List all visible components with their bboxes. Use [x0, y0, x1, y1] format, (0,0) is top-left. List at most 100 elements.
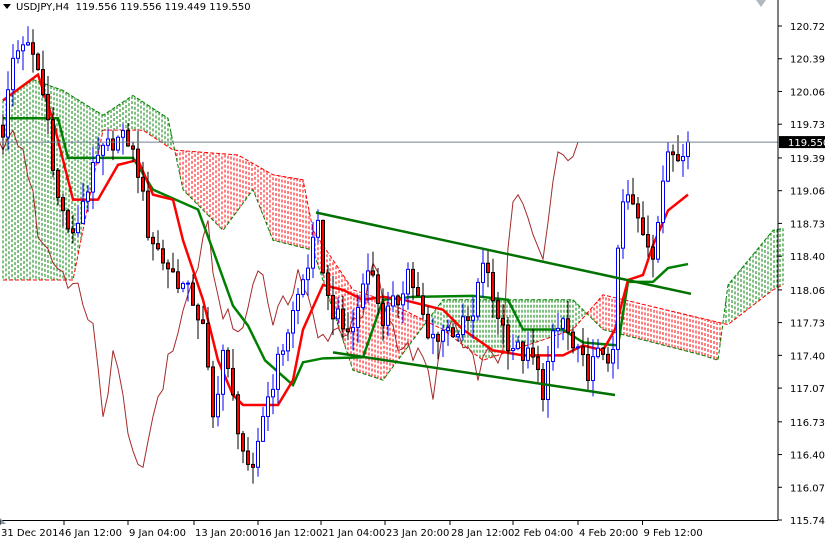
candle-body [151, 236, 155, 245]
candle [671, 144, 675, 172]
candle-body [46, 93, 50, 121]
candles [1, 26, 690, 484]
y-tick-label: 119.060 [790, 187, 825, 198]
candle-body [226, 349, 230, 369]
candle-body [251, 463, 255, 468]
candle [406, 262, 410, 310]
candle-body [391, 295, 395, 307]
candle-body [216, 393, 220, 418]
candle [221, 344, 225, 411]
candle [491, 258, 495, 318]
candle [226, 347, 230, 378]
candle-body [521, 341, 525, 361]
price-chart[interactable]: 120.720 120.390 120.060 119.730 119.390 119.0… [0, 0, 825, 540]
candle-body [141, 176, 145, 192]
candle [686, 131, 690, 170]
candle-body [191, 282, 195, 306]
candle [281, 343, 285, 366]
candle-body [161, 248, 165, 264]
candle-body [576, 346, 580, 349]
candle [261, 406, 265, 442]
candle [76, 205, 80, 237]
candle [211, 360, 215, 428]
candle [626, 179, 630, 210]
candle-body [556, 327, 560, 332]
candle-body [241, 433, 245, 452]
candle [176, 259, 180, 294]
candle-body [276, 353, 280, 390]
candle-body [386, 305, 390, 326]
candle-body [201, 319, 205, 324]
x-tick-label: 9 Feb 12:00 [644, 528, 703, 539]
candle-body [566, 318, 570, 333]
candle-body [76, 222, 80, 234]
candle-body [611, 348, 615, 364]
candle-body [681, 156, 685, 162]
candle-body [16, 50, 20, 59]
candle [426, 306, 430, 340]
candle-body [581, 346, 585, 356]
candle-body [661, 180, 665, 223]
trendline-upper[interactable] [315, 211, 692, 296]
candle-body [166, 262, 170, 270]
candle-body [31, 42, 35, 55]
candle [321, 219, 325, 276]
candle [416, 271, 420, 297]
candle [286, 328, 290, 362]
x-tick-label: 9 Jan 04:00 [129, 528, 186, 539]
candle-body [346, 328, 350, 333]
candle-body [516, 341, 520, 350]
candle-body [496, 300, 500, 319]
y-tick-label: 120.720 [790, 22, 825, 33]
candle [331, 275, 335, 336]
candle-body [96, 154, 100, 164]
candle-body [601, 347, 605, 355]
candle [256, 427, 260, 477]
candle [306, 254, 310, 297]
y-tick-label: 119.390 [790, 154, 825, 165]
candle-body [426, 313, 430, 339]
candle-body [651, 246, 655, 260]
candle-body [116, 136, 120, 151]
candle [216, 376, 220, 427]
candle-body [356, 307, 360, 328]
candle [676, 135, 680, 163]
candle-body [561, 318, 565, 329]
candle-body [171, 268, 175, 273]
candle-body [436, 333, 440, 342]
time-axis: 31 Dec 2014 6 Jan 12:00 9 Jan 04:00 13 Jan … [0, 520, 703, 539]
candle-body [686, 141, 690, 158]
candle-body [596, 347, 600, 358]
candle-body [336, 308, 340, 320]
price-axis: 120.720 120.390 120.060 119.730 119.390 119.0… [778, 22, 825, 527]
candle [596, 338, 600, 359]
candle-body [401, 293, 405, 306]
candle [531, 328, 535, 365]
y-tick-label: 118.060 [790, 286, 825, 297]
candle-body [506, 324, 510, 352]
candle-body [381, 302, 385, 326]
y-tick-label: 117.730 [790, 319, 825, 330]
candle [241, 430, 245, 464]
candle-body [81, 200, 85, 224]
candle-body [71, 228, 75, 234]
candle [16, 40, 20, 64]
candle-body [21, 44, 25, 52]
candle-body [196, 304, 200, 321]
chart-shift-marker-icon[interactable] [756, 0, 766, 7]
candle [466, 306, 470, 331]
candle-body [11, 57, 15, 91]
candle-body [321, 219, 325, 274]
candle [311, 221, 315, 279]
candle-body [286, 332, 290, 352]
candle-body [66, 210, 70, 230]
candle-body [311, 236, 315, 269]
candle-body [446, 327, 450, 331]
x-tick-label: 13 Jan 20:00 [195, 528, 258, 539]
candle [136, 130, 140, 194]
y-tick-label: 116.400 [790, 451, 825, 462]
candle-body [36, 53, 40, 71]
candle [246, 437, 250, 471]
y-tick-label: 116.730 [790, 418, 825, 429]
candle [431, 317, 435, 355]
